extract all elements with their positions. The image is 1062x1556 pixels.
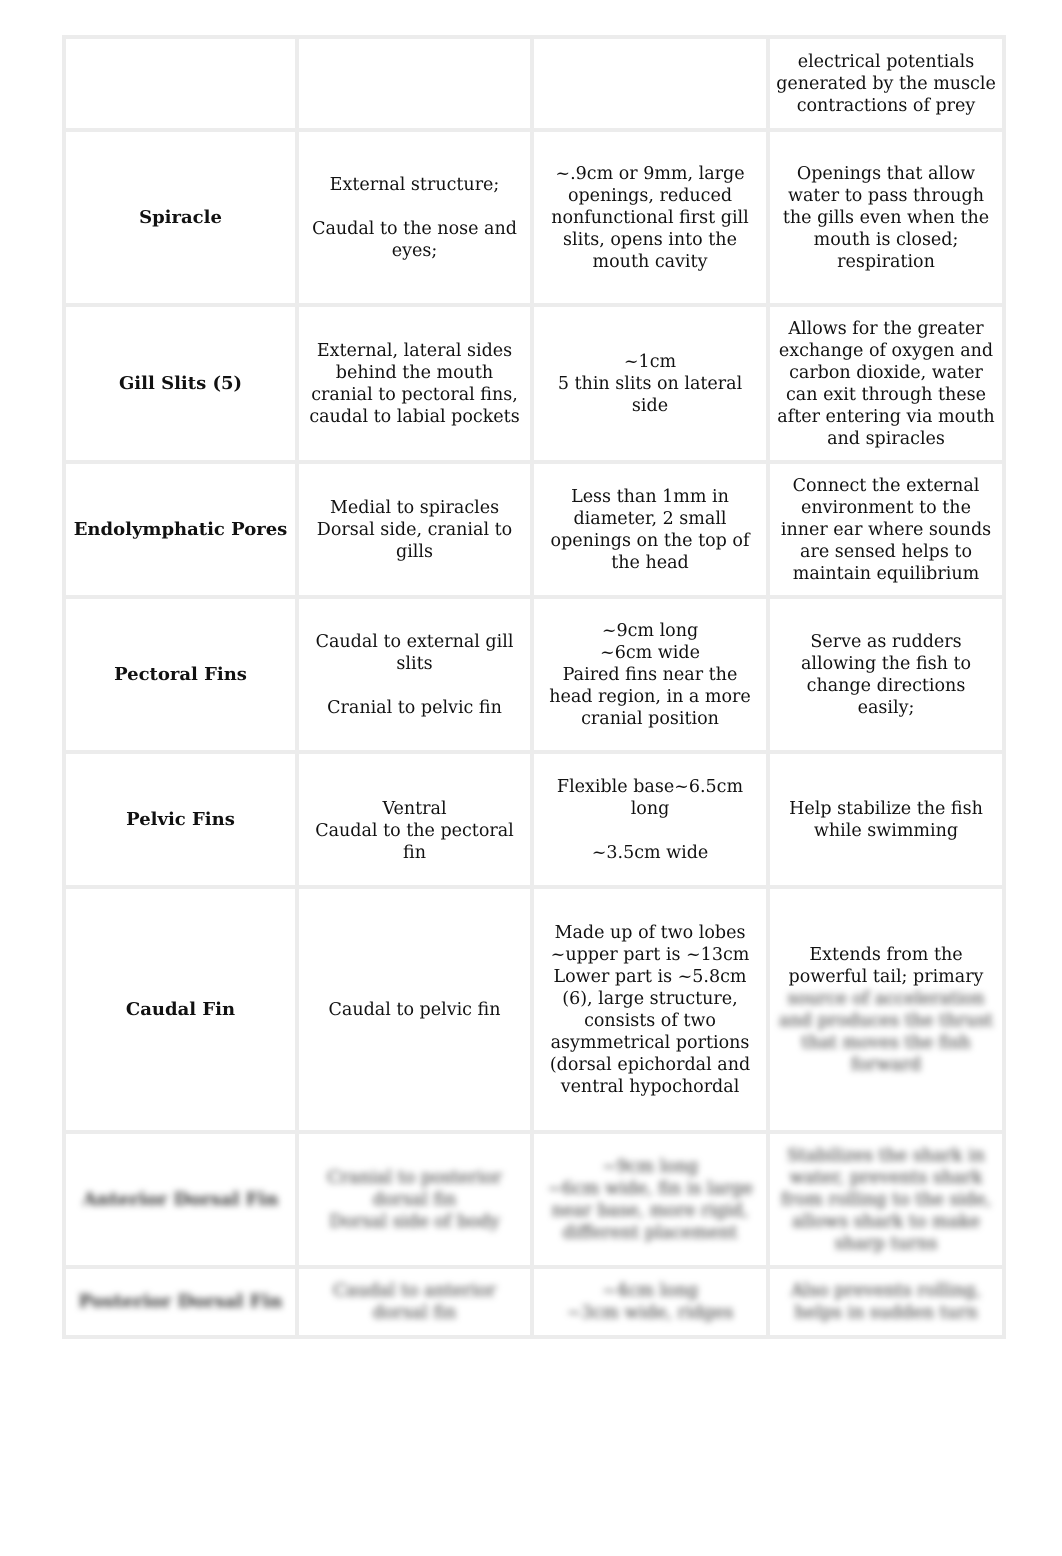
function-cell: Openings that allow water to pass throug… (766, 128, 1006, 307)
function-cell: Stabilizes the shark in water, prevents … (766, 1130, 1006, 1269)
structure-cell: Posterior Dorsal Fin (62, 1265, 299, 1339)
table-row: Pectoral Fins Caudal to external gill sl… (62, 595, 1006, 754)
structure-cell: Endolymphatic Pores (62, 460, 299, 599)
structure-cell (62, 35, 299, 132)
table-row: electrical potentials generated by the m… (62, 35, 1006, 132)
function-cell: Allows for the greater exchange of oxyge… (766, 303, 1006, 464)
location-cell: External structure; Caudal to the nose a… (295, 128, 534, 307)
table-row-blurred: Anterior Dorsal Fin Cranial to posterior… (62, 1130, 1006, 1269)
description-cell: ~4cm long ~3cm wide, ridges (530, 1265, 770, 1339)
description-cell: Flexible base~6.5cm long ~3.5cm wide (530, 750, 770, 889)
function-cell: Connect the external environment to the … (766, 460, 1006, 599)
location-cell: Ventral Caudal to the pectoral fin (295, 750, 534, 889)
table-row: Gill Slits (5) External, lateral sides b… (62, 303, 1006, 464)
structure-cell: Caudal Fin (62, 885, 299, 1134)
description-cell: ~.9cm or 9mm, large openings, reduced no… (530, 128, 770, 307)
table-row: Caudal Fin Caudal to pelvic fin Made up … (62, 885, 1006, 1134)
table-row: Endolymphatic Pores Medial to spiracles … (62, 460, 1006, 599)
table-row: Spiracle External structure; Caudal to t… (62, 128, 1006, 307)
description-cell (530, 35, 770, 132)
location-cell: External, lateral sides behind the mouth… (295, 303, 534, 464)
structure-cell: Anterior Dorsal Fin (62, 1130, 299, 1269)
blurred-text: source of acceleration and produces the … (779, 988, 993, 1075)
location-cell: Cranial to posterior dorsal fin Dorsal s… (295, 1130, 534, 1269)
function-cell: Extends from the powerful tail; primary s… (766, 885, 1006, 1134)
function-cell: Also prevents rolling, helps in sudden t… (766, 1265, 1006, 1339)
function-cell: electrical potentials generated by the m… (766, 35, 1006, 132)
description-cell: ~9cm long ~6cm wide Paired fins near the… (530, 595, 770, 754)
location-cell (295, 35, 534, 132)
location-cell: Caudal to external gill slits Cranial to… (295, 595, 534, 754)
structure-cell: Gill Slits (5) (62, 303, 299, 464)
table-row-blurred: Posterior Dorsal Fin Caudal to anterior … (62, 1265, 1006, 1339)
table-row: Pelvic Fins Ventral Caudal to the pector… (62, 750, 1006, 889)
anatomy-table: electrical potentials generated by the m… (62, 35, 1006, 1339)
description-cell: Made up of two lobes ~upper part is ~13c… (530, 885, 770, 1134)
description-cell: Less than 1mm in diameter, 2 small openi… (530, 460, 770, 599)
description-cell: ~1cm 5 thin slits on lateral side (530, 303, 770, 464)
structure-cell: Pectoral Fins (62, 595, 299, 754)
structure-cell: Spiracle (62, 128, 299, 307)
description-cell: ~9cm long ~6cm wide, fin is large near b… (530, 1130, 770, 1269)
function-cell: Serve as rudders allowing the fish to ch… (766, 595, 1006, 754)
location-cell: Medial to spiracles Dorsal side, cranial… (295, 460, 534, 599)
location-cell: Caudal to anterior dorsal fin (295, 1265, 534, 1339)
function-cell: Help stabilize the fish while swimming (766, 750, 1006, 889)
function-text: Extends from the powerful tail; primary (788, 944, 984, 987)
structure-cell: Pelvic Fins (62, 750, 299, 889)
location-cell: Caudal to pelvic fin (295, 885, 534, 1134)
